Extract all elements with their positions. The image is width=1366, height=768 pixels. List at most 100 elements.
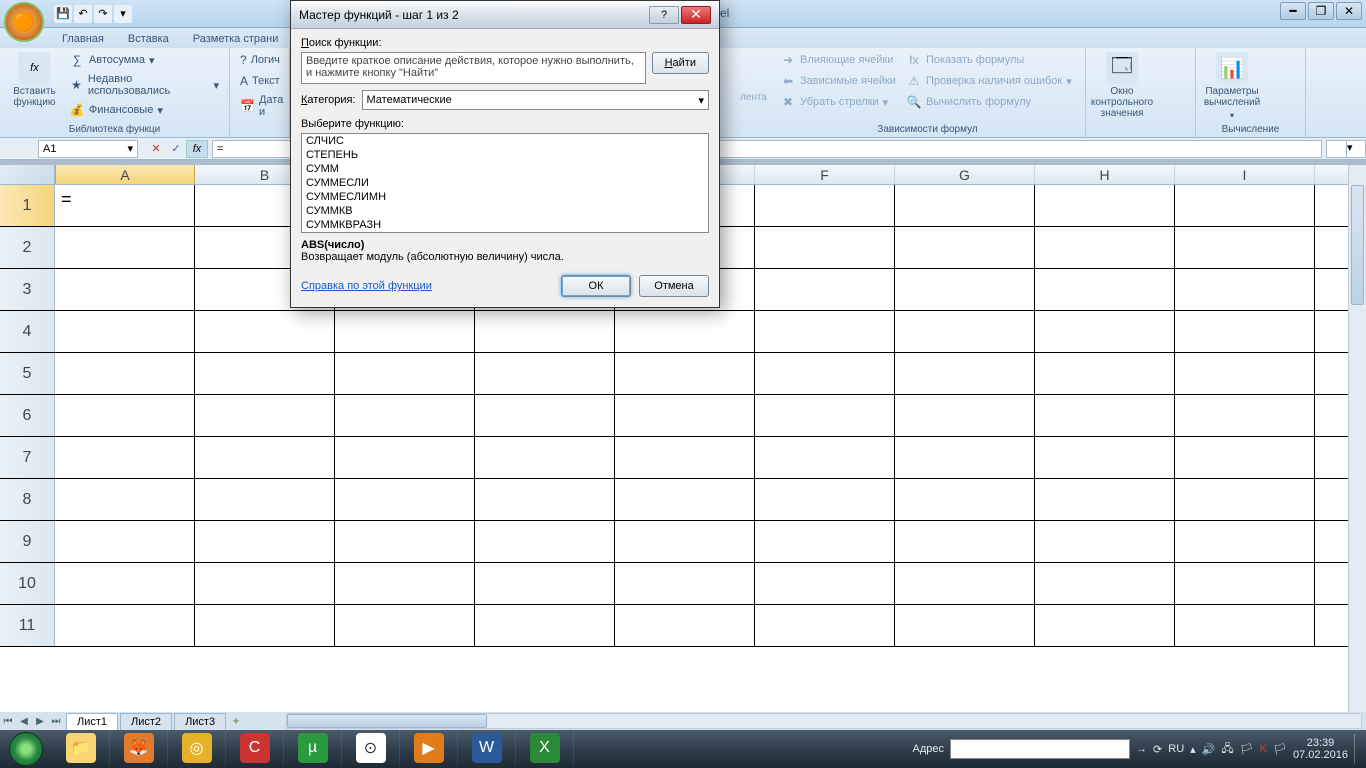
- row-header[interactable]: 5: [0, 353, 55, 394]
- cell[interactable]: [475, 521, 615, 562]
- taskbar-explorer[interactable]: 📁: [52, 730, 110, 766]
- new-sheet-icon[interactable]: ✦: [226, 715, 246, 728]
- cell[interactable]: [615, 437, 755, 478]
- row-header[interactable]: 6: [0, 395, 55, 436]
- close-button[interactable]: ✕: [1336, 2, 1362, 20]
- cell[interactable]: [335, 437, 475, 478]
- cell[interactable]: [335, 605, 475, 646]
- cell[interactable]: [895, 311, 1035, 352]
- column-header-a[interactable]: A: [55, 165, 195, 184]
- qat-save-icon[interactable]: 💾: [54, 5, 72, 23]
- cell[interactable]: [55, 437, 195, 478]
- row-header[interactable]: 2: [0, 227, 55, 268]
- cell[interactable]: [1035, 395, 1175, 436]
- cell[interactable]: [475, 605, 615, 646]
- calc-options-button[interactable]: 📊Параметры вычислений▾: [1202, 50, 1262, 123]
- sheet-nav-next-icon[interactable]: ▶: [32, 713, 48, 729]
- cancel-button[interactable]: Отмена: [639, 275, 709, 297]
- cell[interactable]: [615, 395, 755, 436]
- search-textarea[interactable]: Введите краткое описание действия, котор…: [301, 52, 646, 84]
- cell[interactable]: [475, 311, 615, 352]
- taskbar-media-player[interactable]: ▶: [400, 730, 458, 766]
- cell[interactable]: [335, 395, 475, 436]
- cell[interactable]: [615, 605, 755, 646]
- cancel-formula-icon[interactable]: ✕: [146, 140, 166, 158]
- function-list-item[interactable]: СУММ: [302, 162, 708, 176]
- sheet-nav-first-icon[interactable]: ⏮: [0, 713, 16, 729]
- column-header-h[interactable]: H: [1035, 165, 1175, 184]
- taskbar-app-yellow[interactable]: ◎: [168, 730, 226, 766]
- column-header-i[interactable]: I: [1175, 165, 1315, 184]
- tab-insert[interactable]: Вставка: [118, 30, 179, 48]
- maximize-button[interactable]: ❐: [1308, 2, 1334, 20]
- cell[interactable]: [895, 395, 1035, 436]
- cell[interactable]: [895, 353, 1035, 394]
- column-header-f[interactable]: F: [755, 165, 895, 184]
- cell[interactable]: [55, 605, 195, 646]
- row-header[interactable]: 3: [0, 269, 55, 310]
- cell[interactable]: [1035, 521, 1175, 562]
- cell[interactable]: [475, 437, 615, 478]
- cell[interactable]: [1175, 395, 1315, 436]
- cell[interactable]: [1175, 311, 1315, 352]
- cell[interactable]: [475, 395, 615, 436]
- financial-button[interactable]: 💰Финансовые ▾: [65, 100, 223, 120]
- hscroll-thumb[interactable]: [287, 714, 487, 728]
- tray-time[interactable]: 23:39: [1293, 737, 1348, 749]
- function-list-item[interactable]: СЛЧИС: [302, 134, 708, 148]
- cell[interactable]: [755, 353, 895, 394]
- tab-page-layout[interactable]: Разметка страни: [183, 30, 289, 48]
- function-list[interactable]: СЛЧИССТЕПЕНЬСУММСУММЕСЛИСУММЕСЛИМНСУММКВ…: [301, 133, 709, 233]
- cell[interactable]: [195, 605, 335, 646]
- cell[interactable]: [195, 353, 335, 394]
- cell[interactable]: [895, 521, 1035, 562]
- cell[interactable]: [1035, 479, 1175, 520]
- cell[interactable]: [195, 521, 335, 562]
- qat-customize-icon[interactable]: ▾: [114, 5, 132, 23]
- watch-window-button[interactable]: 🗔Окно контрольного значения: [1092, 50, 1152, 121]
- select-all-corner[interactable]: [0, 165, 55, 184]
- cell[interactable]: [475, 479, 615, 520]
- volume-icon[interactable]: 🔊: [1202, 743, 1216, 756]
- cell[interactable]: [195, 563, 335, 604]
- scrollbar-thumb[interactable]: [1351, 185, 1364, 305]
- tray-refresh-icon[interactable]: ⟳: [1153, 743, 1162, 756]
- address-input[interactable]: [950, 739, 1130, 759]
- formula-expand-icon-2[interactable]: ▾: [1346, 140, 1366, 158]
- enter-formula-icon[interactable]: ✓: [166, 140, 186, 158]
- vertical-scrollbar[interactable]: [1348, 165, 1366, 714]
- taskbar-utorrent[interactable]: µ: [284, 730, 342, 766]
- column-header-g[interactable]: G: [895, 165, 1035, 184]
- category-select[interactable]: Математические▾: [362, 90, 710, 110]
- cell[interactable]: [615, 479, 755, 520]
- taskbar-ccleaner[interactable]: C: [226, 730, 284, 766]
- tray-expand-icon[interactable]: ▴: [1190, 743, 1196, 756]
- cell[interactable]: [195, 479, 335, 520]
- network-icon[interactable]: 🖧: [1221, 740, 1233, 759]
- cell[interactable]: [895, 437, 1035, 478]
- cell[interactable]: [895, 269, 1035, 310]
- taskbar-chrome[interactable]: ⊙: [342, 730, 400, 766]
- show-desktop-button[interactable]: [1354, 734, 1362, 764]
- cell[interactable]: [895, 479, 1035, 520]
- taskbar-excel[interactable]: X: [516, 730, 574, 766]
- formula-expand-icon[interactable]: [1326, 140, 1346, 158]
- minimize-button[interactable]: ━: [1280, 2, 1306, 20]
- cell[interactable]: [475, 563, 615, 604]
- row-header[interactable]: 4: [0, 311, 55, 352]
- cell[interactable]: [1035, 311, 1175, 352]
- logical-button[interactable]: ?Логич: [236, 50, 283, 70]
- function-list-item[interactable]: СУММКВ: [302, 204, 708, 218]
- function-help-link[interactable]: Справка по этой функции: [301, 280, 432, 292]
- cell[interactable]: [195, 437, 335, 478]
- cell[interactable]: [55, 353, 195, 394]
- cell[interactable]: [755, 437, 895, 478]
- qat-redo-icon[interactable]: ↷: [94, 5, 112, 23]
- cell[interactable]: [55, 521, 195, 562]
- cell[interactable]: [755, 185, 895, 226]
- start-button[interactable]: [0, 730, 52, 768]
- cell[interactable]: [55, 269, 195, 310]
- cell[interactable]: [55, 311, 195, 352]
- fx-button[interactable]: fx: [186, 140, 208, 158]
- cell[interactable]: [335, 353, 475, 394]
